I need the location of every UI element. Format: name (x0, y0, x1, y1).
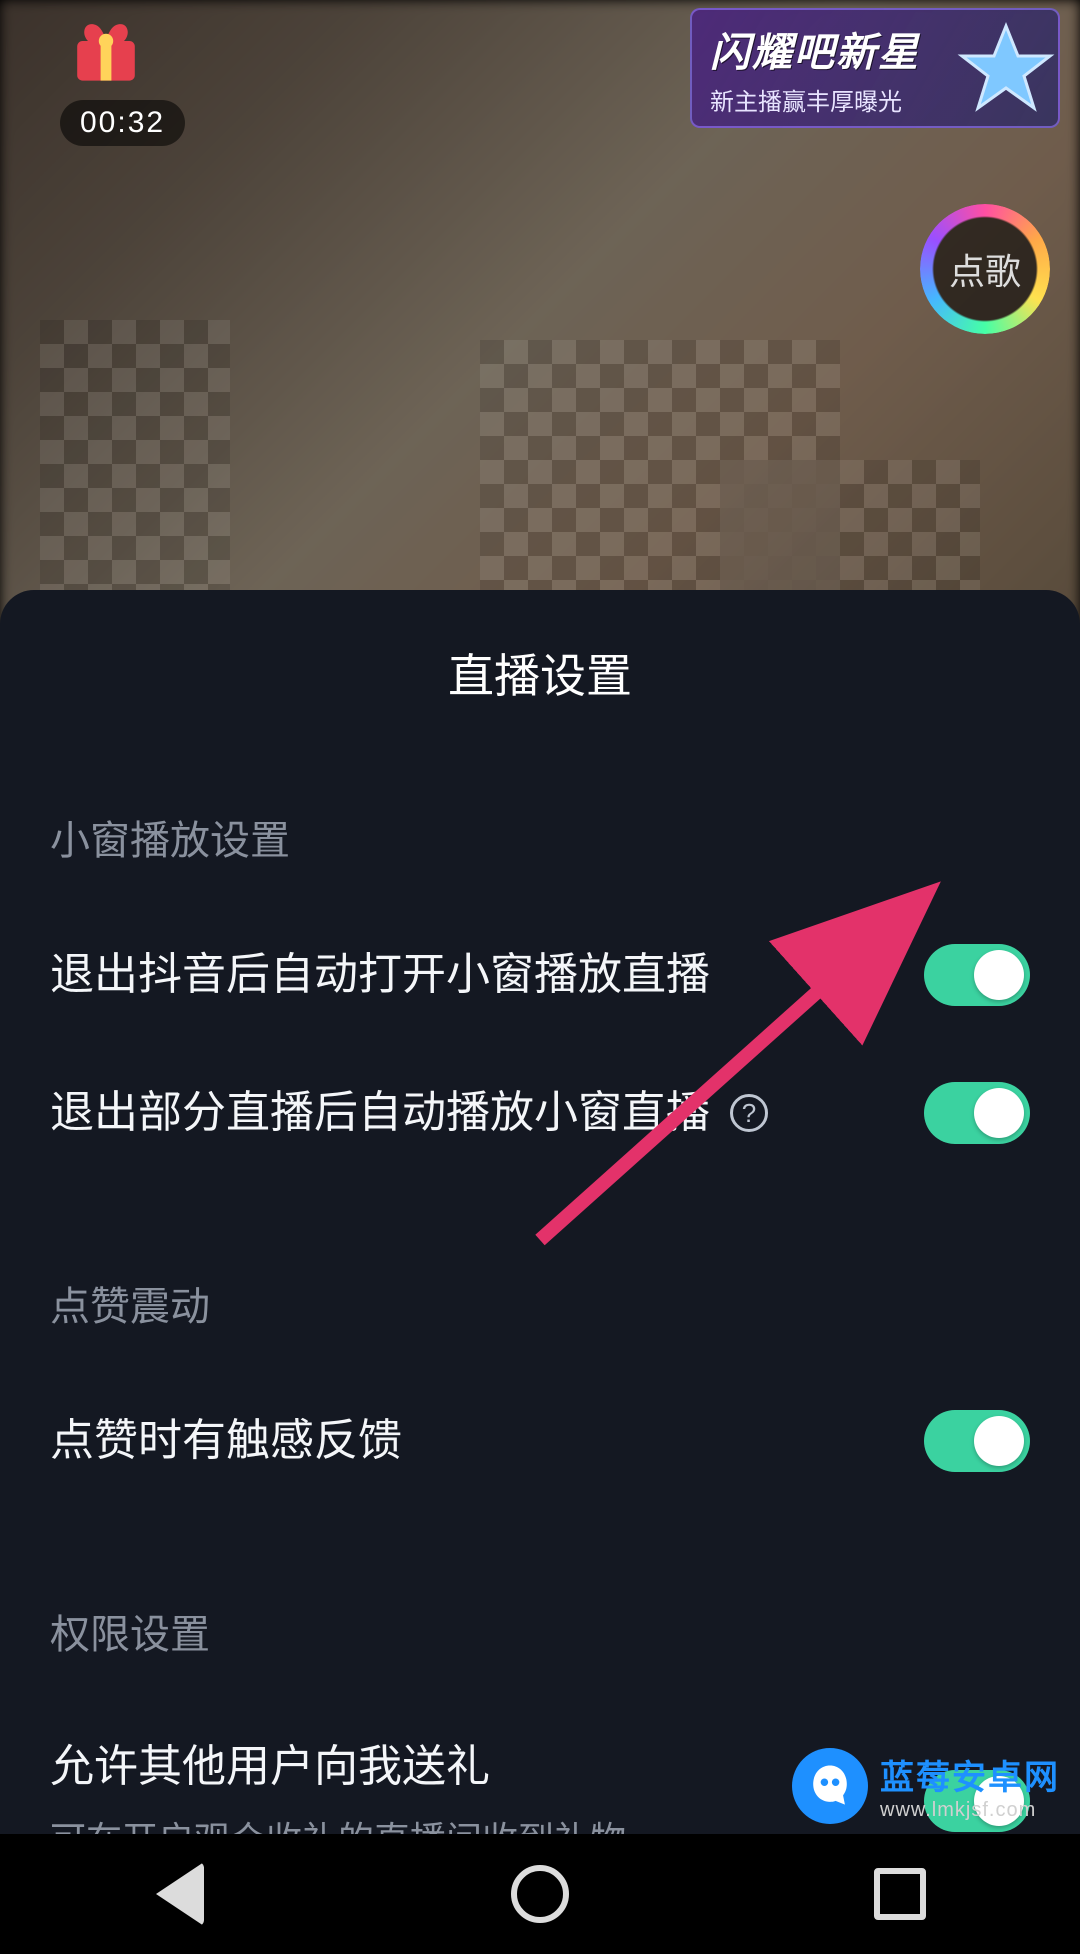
watermark-name: 蓝莓安卓网 (880, 1750, 1060, 1799)
back-triangle-icon (156, 1862, 204, 1926)
request-song-button[interactable]: 点歌 (926, 210, 1044, 328)
row-allow-gift-sub: 可在开启观众收礼的直播间收到礼物 (50, 1811, 626, 1834)
row-like-haptic: 点赞时有触感反馈 (50, 1372, 1030, 1510)
section-like-header: 点赞震动 (50, 1274, 1030, 1332)
section-pip-header: 小窗播放设置 (50, 808, 1030, 866)
nav-home-button[interactable] (460, 1844, 620, 1944)
home-circle-icon (511, 1865, 569, 1923)
section-perm-header: 权限设置 (50, 1602, 1030, 1660)
watermark: 蓝莓安卓网 www.lmkjsf.com (792, 1748, 1060, 1824)
row-pip-exit-live-label: 退出部分直播后自动播放小窗直播 (50, 1084, 710, 1141)
row-allow-gift-label: 允许其他用户向我送礼 (50, 1738, 626, 1795)
live-timer: 00:32 (60, 100, 185, 146)
request-song-label: 点歌 (949, 243, 1021, 295)
row-pip-exit-live: 退出部分直播后自动播放小窗直播 ? (50, 1044, 1030, 1182)
star-icon (956, 20, 1056, 120)
promo-banner[interactable]: 闪耀吧新星 新主播赢丰厚曝光 (690, 8, 1060, 128)
toggle-pip-exit-live[interactable] (924, 1082, 1030, 1144)
row-like-haptic-label: 点赞时有触感反馈 (50, 1412, 402, 1469)
live-settings-sheet: 直播设置 小窗播放设置 退出抖音后自动打开小窗播放直播 退出部分直播后自动播放小… (0, 590, 1080, 1834)
nav-recent-button[interactable] (820, 1844, 980, 1944)
watermark-url: www.lmkjsf.com (880, 1799, 1036, 1822)
recent-square-icon (874, 1868, 926, 1920)
toggle-like-haptic[interactable] (924, 1410, 1030, 1472)
help-icon[interactable]: ? (730, 1094, 768, 1132)
row-pip-exit-app-label: 退出抖音后自动打开小窗播放直播 (50, 946, 710, 1003)
sheet-title: 直播设置 (50, 590, 1030, 716)
pixelated-region (40, 320, 230, 630)
toggle-pip-exit-app[interactable] (924, 944, 1030, 1006)
row-pip-exit-app: 退出抖音后自动打开小窗播放直播 (50, 906, 1030, 1044)
gift-icon[interactable] (60, 14, 152, 86)
nav-back-button[interactable] (100, 1844, 260, 1944)
android-navbar (0, 1834, 1080, 1954)
watermark-logo-icon (792, 1748, 868, 1824)
